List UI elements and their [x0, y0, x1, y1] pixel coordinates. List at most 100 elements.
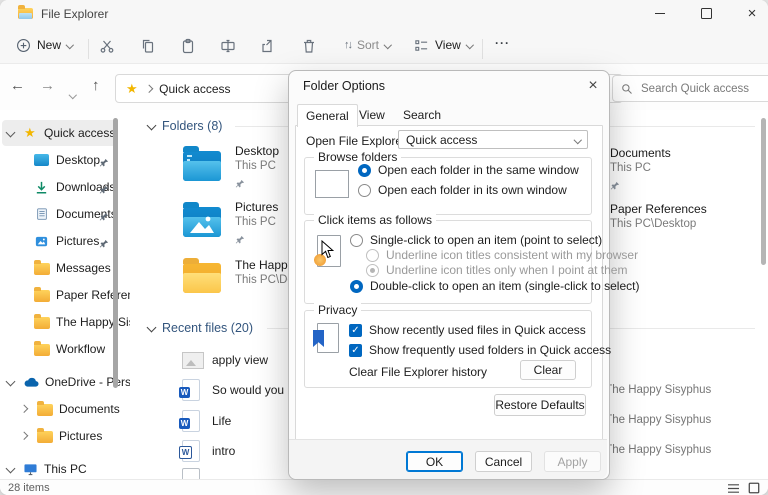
view-label: View	[435, 38, 461, 52]
chevron-right-icon[interactable]	[20, 405, 28, 413]
tile-location: This PC\Desktop	[610, 218, 696, 230]
this-pc-icon	[23, 463, 38, 476]
pin-icon	[99, 182, 109, 200]
chevron-down-icon[interactable]	[6, 377, 16, 387]
folder-icon	[37, 431, 53, 443]
chevron-down-icon	[573, 136, 581, 144]
folders-section-header[interactable]: Folders (8)	[162, 119, 222, 133]
section-collapse-icon[interactable]	[147, 323, 157, 333]
close-button[interactable]: ×	[730, 0, 768, 26]
clear-history-label: Clear File Explorer history	[349, 365, 487, 379]
sidebar-scrollbar[interactable]	[113, 118, 118, 388]
sidebar-item-quick-access[interactable]: ★ Quick access	[0, 120, 145, 146]
privacy-icon	[317, 323, 339, 353]
folder-tile-paper-references[interactable]: Paper References This PC\Desktop	[610, 201, 760, 241]
folder-options-dialog: Folder Options × General View Search Ope…	[288, 70, 610, 480]
tab-search[interactable]: Search	[395, 104, 449, 125]
sidebar-item-label: Paper Reference	[56, 288, 130, 302]
folder-tile-documents[interactable]: Documents This PC	[610, 145, 760, 199]
sidebar-item-downloads[interactable]: Downloads	[0, 174, 145, 200]
items-count: 28 items	[8, 482, 50, 494]
chevron-down-icon[interactable]	[6, 464, 16, 474]
more-options-button[interactable]: ···	[495, 36, 510, 50]
tile-location: This PC	[235, 160, 276, 172]
desktop-icon	[34, 154, 49, 166]
tab-general[interactable]: General	[297, 104, 358, 127]
breadcrumb[interactable]: Quick access	[159, 82, 230, 96]
maximize-button[interactable]	[684, 0, 728, 26]
ok-button[interactable]: OK	[406, 451, 463, 472]
tile-name: Pictures	[235, 200, 278, 214]
sort-arrows-icon: ↑↓	[344, 39, 351, 51]
sidebar-item-the-happy-sisy[interactable]: The Happy Sisy	[0, 309, 145, 335]
delete-button[interactable]	[296, 33, 322, 59]
sidebar-item-messages[interactable]: Messages	[0, 255, 145, 281]
paste-button[interactable]	[175, 33, 201, 59]
sort-button[interactable]: ↑↓ Sort	[338, 31, 397, 59]
sidebar-item-onedrive-documents[interactable]: Documents	[0, 396, 145, 422]
chevron-right-icon[interactable]	[20, 432, 28, 440]
radio-same-window[interactable]: Open each folder in the same window	[358, 163, 579, 177]
statusbar: 28 items	[0, 479, 768, 495]
sidebar-item-label: Quick access	[44, 126, 115, 140]
quick-access-star-icon: ★	[126, 81, 138, 97]
radio-underline-point: Underline icon titles only when I point …	[366, 263, 627, 277]
open-to-dropdown[interactable]: Quick access	[398, 130, 588, 149]
copy-button[interactable]	[135, 33, 161, 59]
image-file-icon	[182, 352, 204, 369]
details-view-icon[interactable]	[727, 483, 740, 494]
back-button[interactable]: ←	[10, 77, 25, 94]
chevron-down-icon	[384, 41, 392, 49]
window-title: File Explorer	[41, 7, 108, 21]
cancel-button[interactable]: Cancel	[475, 451, 532, 472]
pin-icon	[235, 232, 245, 250]
chevron-down-icon	[466, 41, 474, 49]
scissors-icon	[99, 38, 115, 54]
group-label: Click items as follows	[314, 213, 436, 227]
sidebar-item-pictures[interactable]: Pictures	[0, 228, 145, 254]
recent-section-header[interactable]: Recent files (20)	[162, 321, 253, 335]
restore-defaults-button[interactable]: Restore Defaults	[494, 394, 586, 416]
recent-locations-button[interactable]	[70, 84, 76, 102]
cut-button[interactable]	[94, 33, 120, 59]
trash-icon	[301, 38, 317, 54]
group-label: Browse folders	[314, 150, 401, 164]
view-button[interactable]: View	[408, 31, 478, 59]
main-scrollbar[interactable]	[761, 118, 766, 265]
word-file-icon: W	[182, 440, 200, 462]
sidebar-item-label: Documents	[59, 402, 120, 416]
sidebar-item-paper-reference[interactable]: Paper Reference	[0, 282, 145, 308]
sidebar-item-workflow[interactable]: Workflow	[0, 336, 145, 362]
radio-own-window[interactable]: Open each folder in its own window	[358, 183, 567, 197]
group-label: Privacy	[314, 303, 361, 317]
forward-button[interactable]: →	[40, 77, 55, 94]
new-button[interactable]: New	[10, 31, 79, 59]
sidebar-item-onedrive[interactable]: OneDrive - Perso	[0, 369, 145, 395]
radio-single-click[interactable]: Single-click to open an item (point to s…	[350, 233, 602, 247]
checkbox-frequent-folders[interactable]: Show frequently used folders in Quick ac…	[349, 343, 611, 357]
radio-double-click[interactable]: Double-click to open an item (single-cli…	[350, 279, 639, 293]
sidebar-item-onedrive-pictures[interactable]: Pictures	[0, 423, 145, 449]
app-folder-icon	[18, 8, 33, 19]
minimize-button[interactable]	[638, 0, 682, 26]
sidebar-item-label: Desktop	[56, 153, 100, 167]
recent-file-name: intro	[212, 444, 235, 458]
recent-file-path: \The Happy Sisyphus	[602, 414, 758, 426]
large-icons-view-icon[interactable]	[748, 482, 760, 494]
folder-icon	[34, 263, 50, 275]
clear-button[interactable]: Clear	[520, 360, 576, 380]
radio-icon	[350, 234, 363, 247]
up-button[interactable]: ↑	[92, 77, 100, 94]
rename-button[interactable]	[215, 33, 241, 59]
search-box[interactable]	[612, 75, 768, 102]
sidebar-item-label: Workflow	[56, 342, 105, 356]
sidebar-item-documents[interactable]: Documents	[0, 201, 145, 227]
dialog-close-button[interactable]: ×	[582, 75, 604, 97]
share-button[interactable]	[255, 33, 281, 59]
sidebar-item-desktop[interactable]: Desktop	[0, 147, 145, 173]
desktop-folder-icon	[183, 151, 221, 181]
checkbox-recent-files[interactable]: Show recently used files in Quick access	[349, 323, 586, 337]
tile-name: Desktop	[235, 144, 279, 158]
search-input[interactable]	[639, 82, 753, 96]
section-collapse-icon[interactable]	[147, 121, 157, 131]
